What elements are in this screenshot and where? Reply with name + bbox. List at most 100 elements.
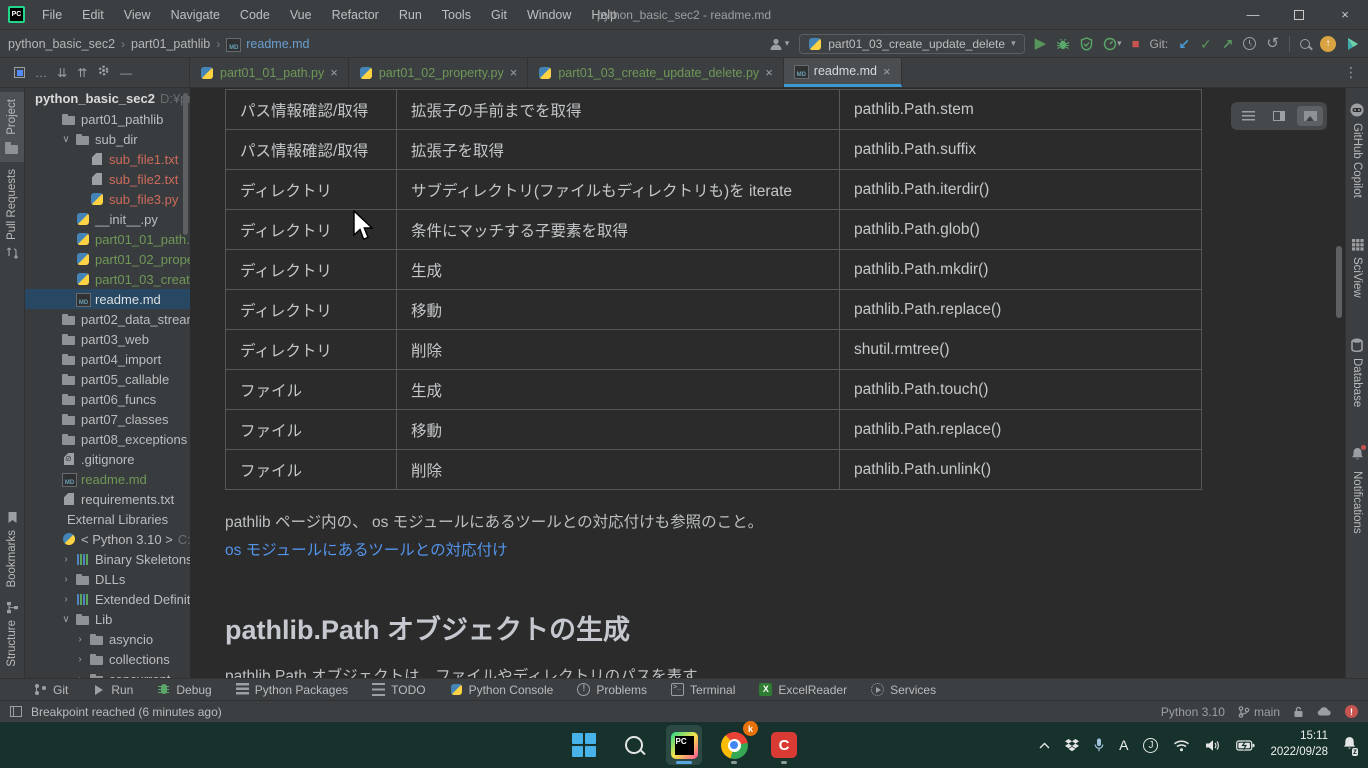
- menu-item[interactable]: Code: [232, 5, 278, 25]
- debug-button[interactable]: [1056, 37, 1070, 51]
- tree-item[interactable]: sub_file2.txt: [25, 169, 190, 189]
- tree-item[interactable]: part05_callable: [25, 369, 190, 389]
- tool-window-button[interactable]: Debug: [157, 683, 211, 697]
- tool-window-button[interactable]: Problems: [577, 683, 647, 697]
- close-button[interactable]: ×: [1322, 0, 1368, 30]
- tree-item[interactable]: part08_exceptions: [25, 429, 190, 449]
- tree-chevron-icon[interactable]: ›: [61, 594, 71, 605]
- menu-item[interactable]: Refactor: [324, 5, 387, 25]
- notification-center-icon[interactable]: z: [1343, 736, 1356, 755]
- tree-item[interactable]: part02_data_stream: [25, 309, 190, 329]
- tree-item[interactable]: › concurrent: [25, 669, 190, 678]
- tree-item[interactable]: __init__.py: [25, 209, 190, 229]
- history-icon[interactable]: [1243, 37, 1256, 50]
- tool-window-button[interactable]: Python Console: [450, 683, 554, 697]
- editor-tab[interactable]: part01_01_path.py: [190, 58, 349, 87]
- minimize-button[interactable]: —: [1230, 0, 1276, 30]
- profiler-button[interactable]: ▾: [1103, 37, 1122, 51]
- stop-button[interactable]: ■: [1132, 37, 1140, 50]
- taskbar-clock[interactable]: 15:11 2022/09/28: [1270, 729, 1328, 760]
- breadcrumb-folder[interactable]: part01_pathlib: [131, 37, 210, 51]
- tab-close-icon[interactable]: [765, 65, 773, 80]
- tree-item[interactable]: part01_01_path.py: [25, 229, 190, 249]
- hidden-icons-chevron-icon[interactable]: [1039, 742, 1050, 749]
- tree-item[interactable]: sub_file1.txt: [25, 149, 190, 169]
- tool-window-button[interactable]: TODO: [372, 683, 425, 697]
- start-button[interactable]: [566, 725, 602, 765]
- show-editor-and-preview-button[interactable]: [1266, 106, 1292, 126]
- taskbar-search-button[interactable]: [616, 725, 652, 765]
- editor-tab[interactable]: part01_02_property.py: [349, 58, 528, 87]
- tray-app-icon[interactable]: J: [1143, 738, 1158, 753]
- microphone-icon[interactable]: [1094, 738, 1104, 752]
- tab-close-icon[interactable]: [883, 64, 891, 79]
- tree-item[interactable]: ∨ sub_dir: [25, 129, 190, 149]
- tool-window-button[interactable]: Python Packages: [236, 683, 348, 697]
- select-opened-file-icon[interactable]: [14, 67, 25, 78]
- project-scrollbar[interactable]: [183, 93, 188, 235]
- status-message[interactable]: Breakpoint reached (6 minutes ago): [31, 705, 222, 719]
- tab-close-icon[interactable]: [510, 65, 518, 80]
- wifi-icon[interactable]: [1173, 739, 1190, 752]
- tree-item[interactable]: › collections: [25, 649, 190, 669]
- breadcrumb-file[interactable]: readme.md: [246, 37, 309, 51]
- restore-button[interactable]: [1276, 0, 1322, 30]
- tree-item[interactable]: part01_02_property.py: [25, 249, 190, 269]
- tree-item[interactable]: External Libraries: [25, 509, 190, 529]
- update-available-icon[interactable]: ↑: [1320, 36, 1336, 52]
- tree-item[interactable]: part06_funcs: [25, 389, 190, 409]
- tool-window-button[interactable]: ExcelReader: [759, 683, 847, 697]
- tree-item[interactable]: › Binary Skeletons: [25, 549, 190, 569]
- settings-gear-icon[interactable]: [97, 64, 110, 82]
- tree-item[interactable]: part01_03_create_update: [25, 269, 190, 289]
- taskbar-pycharm-button[interactable]: [666, 725, 702, 765]
- ime-status-icon[interactable]: A: [1119, 737, 1128, 753]
- tree-item[interactable]: ∨ Lib: [25, 609, 190, 629]
- tool-button-bookmarks[interactable]: Bookmarks: [6, 504, 18, 595]
- tree-item[interactable]: .gitignore: [25, 449, 190, 469]
- git-update-button[interactable]: ↙: [1178, 37, 1190, 51]
- tree-chevron-icon[interactable]: ›: [61, 554, 71, 565]
- tool-button-notifications[interactable]: Notifications: [1351, 440, 1364, 541]
- tool-button-project[interactable]: Project: [0, 92, 24, 162]
- speaker-icon[interactable]: [1205, 739, 1221, 752]
- tree-item[interactable]: › Extended Definitions: [25, 589, 190, 609]
- git-push-button[interactable]: ↗: [1222, 37, 1234, 51]
- tool-button-github-copilot[interactable]: GitHub Copilot: [1350, 96, 1364, 205]
- menu-item[interactable]: View: [116, 5, 159, 25]
- show-preview-only-button[interactable]: [1297, 106, 1323, 126]
- menu-item[interactable]: Git: [483, 5, 515, 25]
- dropbox-icon[interactable]: [1065, 739, 1079, 752]
- menu-item[interactable]: Run: [391, 5, 430, 25]
- tool-button-pull-requests[interactable]: Pull Requests: [6, 162, 19, 266]
- tool-window-button[interactable]: Run: [92, 683, 133, 697]
- show-editor-only-button[interactable]: [1235, 106, 1261, 126]
- error-indicator-icon[interactable]: !: [1345, 705, 1358, 718]
- tree-chevron-icon[interactable]: ›: [61, 574, 71, 585]
- rollback-button[interactable]: ↺: [1266, 36, 1279, 51]
- tool-button-structure[interactable]: Structure: [6, 594, 19, 674]
- coverage-button[interactable]: [1080, 37, 1093, 51]
- battery-charging-icon[interactable]: [1236, 740, 1255, 751]
- plugin-icon[interactable]: [1346, 37, 1360, 51]
- menu-item[interactable]: Window: [519, 5, 579, 25]
- expand-all-icon[interactable]: ⇊: [57, 66, 67, 80]
- menu-item[interactable]: Navigate: [163, 5, 228, 25]
- tree-item[interactable]: < Python 3.10 > C:¥Program: [25, 529, 190, 549]
- project-root-row[interactable]: python_basic_sec2 D:¥projects: [25, 88, 190, 109]
- python-interpreter-widget[interactable]: Python 3.10: [1161, 705, 1225, 719]
- tree-chevron-icon[interactable]: ›: [75, 634, 85, 645]
- more-icon[interactable]: …: [35, 66, 47, 80]
- tree-item[interactable]: part01_pathlib: [25, 109, 190, 129]
- tool-window-button[interactable]: Services: [871, 683, 936, 697]
- git-branch-widget[interactable]: main: [1238, 705, 1280, 719]
- hide-panel-icon[interactable]: —: [120, 66, 132, 80]
- tree-item[interactable]: part03_web: [25, 329, 190, 349]
- run-configuration-select[interactable]: part01_03_create_update_delete ▾: [799, 34, 1024, 54]
- tree-item[interactable]: readme.md: [25, 289, 190, 309]
- tree-item[interactable]: part04_import: [25, 349, 190, 369]
- editor-tab[interactable]: readme.md: [784, 58, 902, 87]
- editor-scrollbar[interactable]: [1336, 246, 1342, 318]
- markdown-link[interactable]: os モジュールにあるツールとの対応付け: [225, 538, 508, 560]
- breadcrumb-project[interactable]: python_basic_sec2: [8, 37, 115, 51]
